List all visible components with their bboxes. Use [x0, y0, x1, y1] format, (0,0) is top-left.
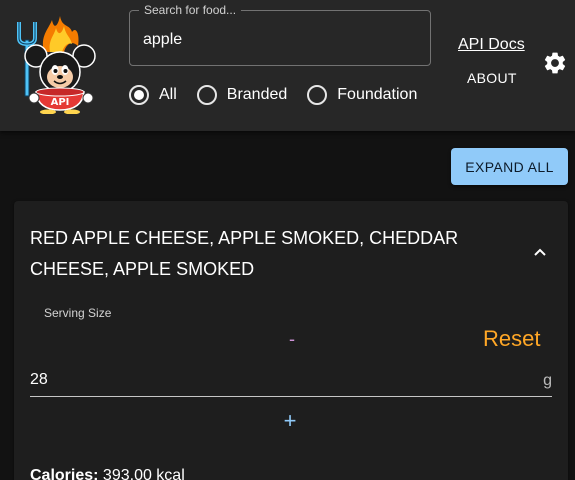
serving-size-field[interactable]: g: [30, 366, 552, 397]
api-docs-link[interactable]: API Docs: [458, 35, 525, 55]
filter-foundation-label: Foundation: [337, 86, 418, 103]
filter-foundation-option[interactable]: Foundation: [307, 85, 417, 105]
filter-branded-option[interactable]: Branded: [196, 85, 288, 105]
search-label: Search for food...: [139, 3, 242, 18]
search-input[interactable]: [143, 30, 419, 50]
calories-value: 393.00 kcal: [102, 467, 185, 480]
radio-unchecked-icon[interactable]: [196, 85, 217, 105]
calories-label: Calories:: [30, 467, 99, 480]
serving-size-label: Serving Size: [44, 306, 112, 320]
radio-unchecked-icon[interactable]: [307, 85, 328, 105]
app-header: API Search for food... All Branded: [0, 0, 575, 131]
food-title[interactable]: RED APPLE CHEESE, APPLE SMOKED, CHEDDAR …: [30, 223, 490, 285]
expand-all-button[interactable]: EXPAND ALL: [451, 148, 568, 185]
food-card: RED APPLE CHEESE, APPLE SMOKED, CHEDDAR …: [14, 201, 568, 480]
filter-all-label: All: [159, 86, 177, 103]
food-type-filter: All Branded Foundation: [129, 83, 437, 107]
filter-branded-label: Branded: [226, 86, 288, 103]
app: API Search for food... All Branded: [0, 0, 575, 480]
filter-all-option[interactable]: All: [129, 85, 177, 105]
mascot-logo[interactable]: API: [14, 12, 100, 115]
about-link[interactable]: ABOUT: [467, 70, 517, 86]
calories-row: Calories: 393.00 kcal: [30, 466, 185, 480]
serving-size-input[interactable]: [30, 369, 510, 391]
reset-button[interactable]: Reset: [483, 324, 540, 354]
radio-checked-icon[interactable]: [129, 85, 149, 105]
chevron-up-icon[interactable]: [532, 245, 548, 261]
svg-text:API: API: [51, 97, 70, 108]
increment-serving-button[interactable]: +: [280, 408, 300, 434]
serving-unit: g: [543, 372, 552, 389]
gear-icon[interactable]: [542, 50, 568, 76]
decrement-serving-button[interactable]: -: [282, 327, 302, 351]
search-field[interactable]: Search for food...: [129, 3, 431, 66]
